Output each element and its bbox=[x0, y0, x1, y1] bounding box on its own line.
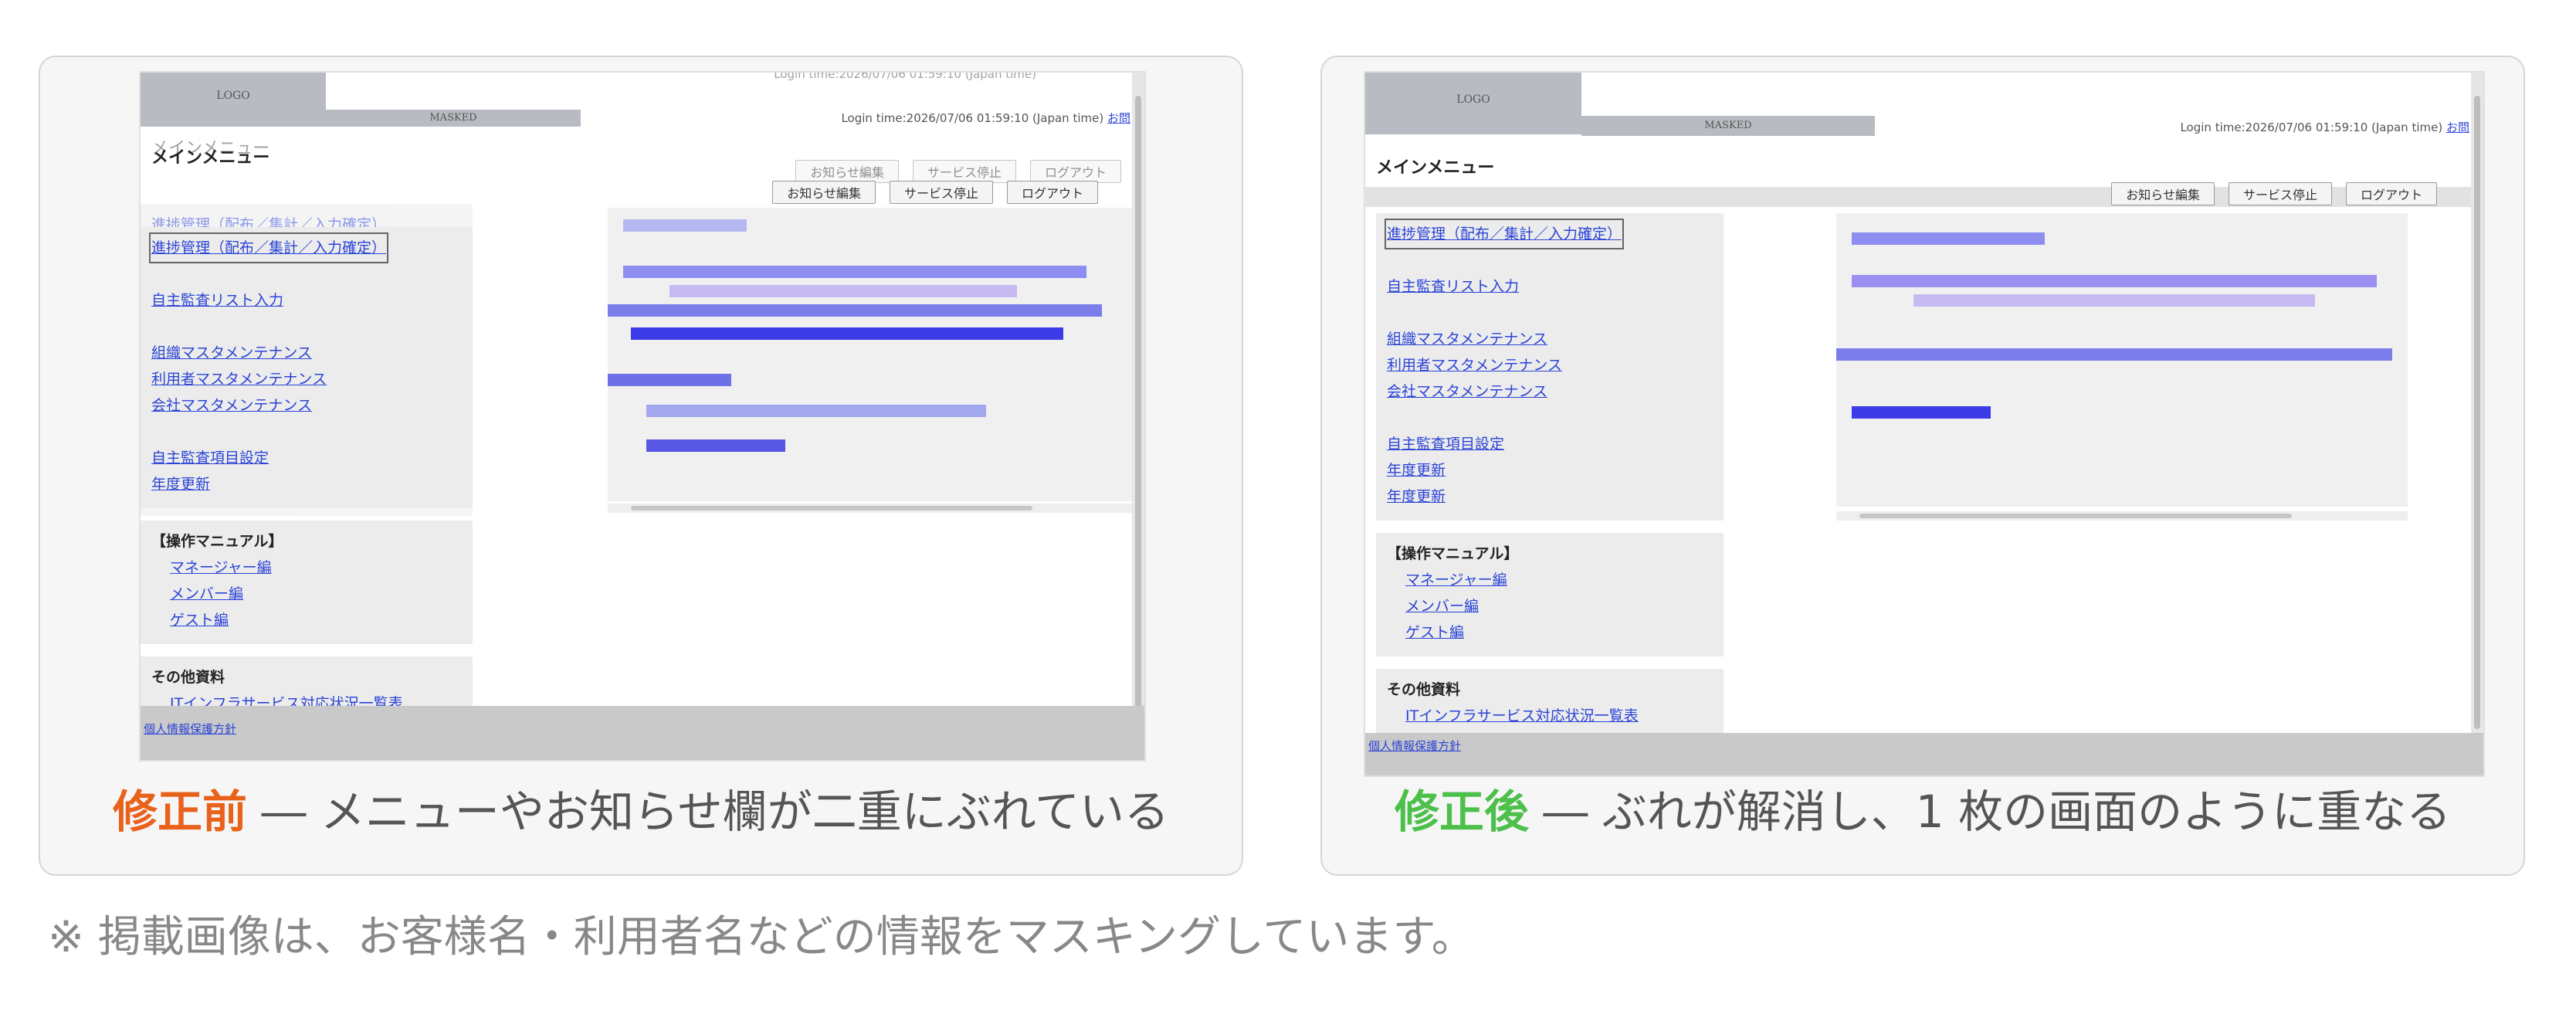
service-stop-button[interactable]: サービス停止 bbox=[889, 181, 993, 204]
manual-link-guest[interactable]: ゲスト編 bbox=[151, 607, 462, 633]
manual-title: 【操作マニュアル】 bbox=[151, 533, 283, 550]
menu-link-year-update-2[interactable]: 年度更新 bbox=[1387, 483, 1713, 510]
page-vertical-scrollbar[interactable] bbox=[2471, 73, 2483, 775]
manual-box: 【操作マニュアル】 マネージャー編 メンバー編 ゲスト編 bbox=[1376, 533, 1724, 656]
menu-link-user-master[interactable]: 利用者マスタメンテナンス bbox=[151, 366, 462, 392]
content-horizontal-scrollbar[interactable] bbox=[1836, 511, 2408, 521]
logo: LOGO bbox=[1365, 73, 1581, 134]
before-caption: 修正前 ― メニューやお知らせ欄が二重にぶれている bbox=[40, 775, 1242, 840]
masked-content bbox=[608, 208, 1141, 501]
sidebar: 進捗管理（配布／集計／入力確定） 自主監査リスト入力 組織マスタメンテナンス 利… bbox=[141, 227, 473, 740]
other-box: その他資料 ITインフラサービス対応状況一覧表 bbox=[1376, 669, 1724, 740]
login-time-text: Login time:2026/07/06 01:59:10 (Japan ti… bbox=[2180, 120, 2443, 134]
notice-edit-button[interactable]: お知らせ編集 bbox=[772, 181, 876, 204]
content-horizontal-scrollbar[interactable] bbox=[608, 504, 1141, 513]
logout-button[interactable]: ログアウト bbox=[2345, 182, 2437, 205]
help-link[interactable]: お問 bbox=[2446, 120, 2469, 134]
menu-link-user-master[interactable]: 利用者マスタメンテナンス bbox=[1387, 352, 1713, 378]
menu-link-year-update[interactable]: 年度更新 bbox=[151, 471, 462, 497]
after-tag: 修正後 bbox=[1394, 785, 1529, 838]
manual-link-member[interactable]: メンバー編 bbox=[151, 581, 462, 607]
before-screenshot: Login time:2026/07/06 01:59:10 (Japan ti… bbox=[141, 73, 1144, 760]
after-card: LOGO MASKED Login time:2026/07/06 01:59:… bbox=[1320, 56, 2525, 876]
menu-link-audit-list[interactable]: 自主監査リスト入力 bbox=[151, 287, 462, 314]
menu-link-audit-items[interactable]: 自主監査項目設定 bbox=[1387, 431, 1713, 457]
main-menu-box: 進捗管理（配布／集計／入力確定） 自主監査リスト入力 組織マスタメンテナンス 利… bbox=[1376, 213, 1724, 521]
login-time-text: Login time:2026/07/06 01:59:10 (Japan ti… bbox=[841, 111, 1104, 125]
masked-content bbox=[1836, 213, 2408, 507]
before-tag: 修正前 bbox=[113, 785, 248, 838]
after-screenshot: LOGO MASKED Login time:2026/07/06 01:59:… bbox=[1365, 73, 2483, 775]
manual-link-manager[interactable]: マネージャー編 bbox=[1387, 567, 1713, 593]
menu-link-audit-items[interactable]: 自主監査項目設定 bbox=[151, 445, 462, 471]
menu-link-progress[interactable]: 進捗管理（配布／集計／入力確定） bbox=[1384, 219, 1625, 249]
privacy-policy-link[interactable]: 個人情報保護方針 bbox=[144, 721, 236, 737]
footer-band bbox=[141, 706, 1144, 760]
other-link-it-infra[interactable]: ITインフラサービス対応状況一覧表 bbox=[1387, 703, 1713, 729]
help-link[interactable]: お問 bbox=[1107, 111, 1130, 125]
menu-title: メインメニュー bbox=[151, 148, 270, 168]
manual-link-guest[interactable]: ゲスト編 bbox=[1387, 619, 1713, 646]
after-caption-text: ― ぶれが解消し、1 枚の画面のように重なる bbox=[1528, 785, 2452, 838]
after-caption: 修正後 ― ぶれが解消し、1 枚の画面のように重なる bbox=[1322, 775, 2523, 840]
menu-link-company-master[interactable]: 会社マスタメンテナンス bbox=[1387, 378, 1713, 405]
masked-bar: MASKED bbox=[326, 110, 581, 127]
notice-edit-button[interactable]: お知らせ編集 bbox=[2111, 182, 2215, 205]
service-stop-button[interactable]: サービス停止 bbox=[2228, 182, 2332, 205]
button-row: お知らせ編集 サービス停止 ログアウト bbox=[772, 181, 1098, 204]
page-vertical-scrollbar[interactable] bbox=[1132, 73, 1144, 760]
other-title: その他資料 bbox=[1387, 681, 1461, 698]
manual-title: 【操作マニュアル】 bbox=[1387, 545, 1519, 562]
privacy-policy-link[interactable]: 個人情報保護方針 bbox=[1368, 738, 1461, 754]
menu-link-progress[interactable]: 進捗管理（配布／集計／入力確定） bbox=[148, 232, 389, 263]
footer-band bbox=[1365, 733, 2483, 775]
main-layer: LOGO MASKED Login time:2026/07/06 01:59:… bbox=[141, 73, 1144, 760]
other-title: その他資料 bbox=[151, 669, 225, 686]
before-card: Login time:2026/07/06 01:59:10 (Japan ti… bbox=[39, 56, 1243, 876]
menu-title: メインメニュー bbox=[1376, 158, 1495, 178]
login-time: Login time:2026/07/06 01:59:10 (Japan ti… bbox=[841, 110, 1130, 126]
masked-bar: MASKED bbox=[1581, 116, 1875, 136]
menu-link-org-master[interactable]: 組織マスタメンテナンス bbox=[151, 340, 462, 366]
logout-button[interactable]: ログアウト bbox=[1006, 181, 1098, 204]
menu-link-year-update-1[interactable]: 年度更新 bbox=[1387, 457, 1713, 483]
menu-link-audit-list[interactable]: 自主監査リスト入力 bbox=[1387, 273, 1713, 300]
menu-link-company-master[interactable]: 会社マスタメンテナンス bbox=[151, 392, 462, 419]
button-row: お知らせ編集 サービス停止 ログアウト bbox=[2111, 182, 2437, 205]
manual-link-manager[interactable]: マネージャー編 bbox=[151, 555, 462, 581]
masking-note: ※ 掲載画像は、お客様名・利用者名などの情報をマスキングしています。 bbox=[48, 912, 1475, 962]
menu-link-org-master[interactable]: 組織マスタメンテナンス bbox=[1387, 326, 1713, 352]
before-caption-text: ― メニューやお知らせ欄が二重にぶれている bbox=[247, 785, 1169, 838]
sidebar: 進捗管理（配布／集計／入力確定） 自主監査リスト入力 組織マスタメンテナンス 利… bbox=[1376, 213, 1724, 752]
logo: LOGO bbox=[141, 73, 326, 127]
manual-box: 【操作マニュアル】 マネージャー編 メンバー編 ゲスト編 bbox=[141, 521, 473, 644]
login-time: Login time:2026/07/06 01:59:10 (Japan ti… bbox=[2180, 119, 2469, 135]
main-menu-box: 進捗管理（配布／集計／入力確定） 自主監査リスト入力 組織マスタメンテナンス 利… bbox=[141, 227, 473, 508]
manual-link-member[interactable]: メンバー編 bbox=[1387, 593, 1713, 619]
